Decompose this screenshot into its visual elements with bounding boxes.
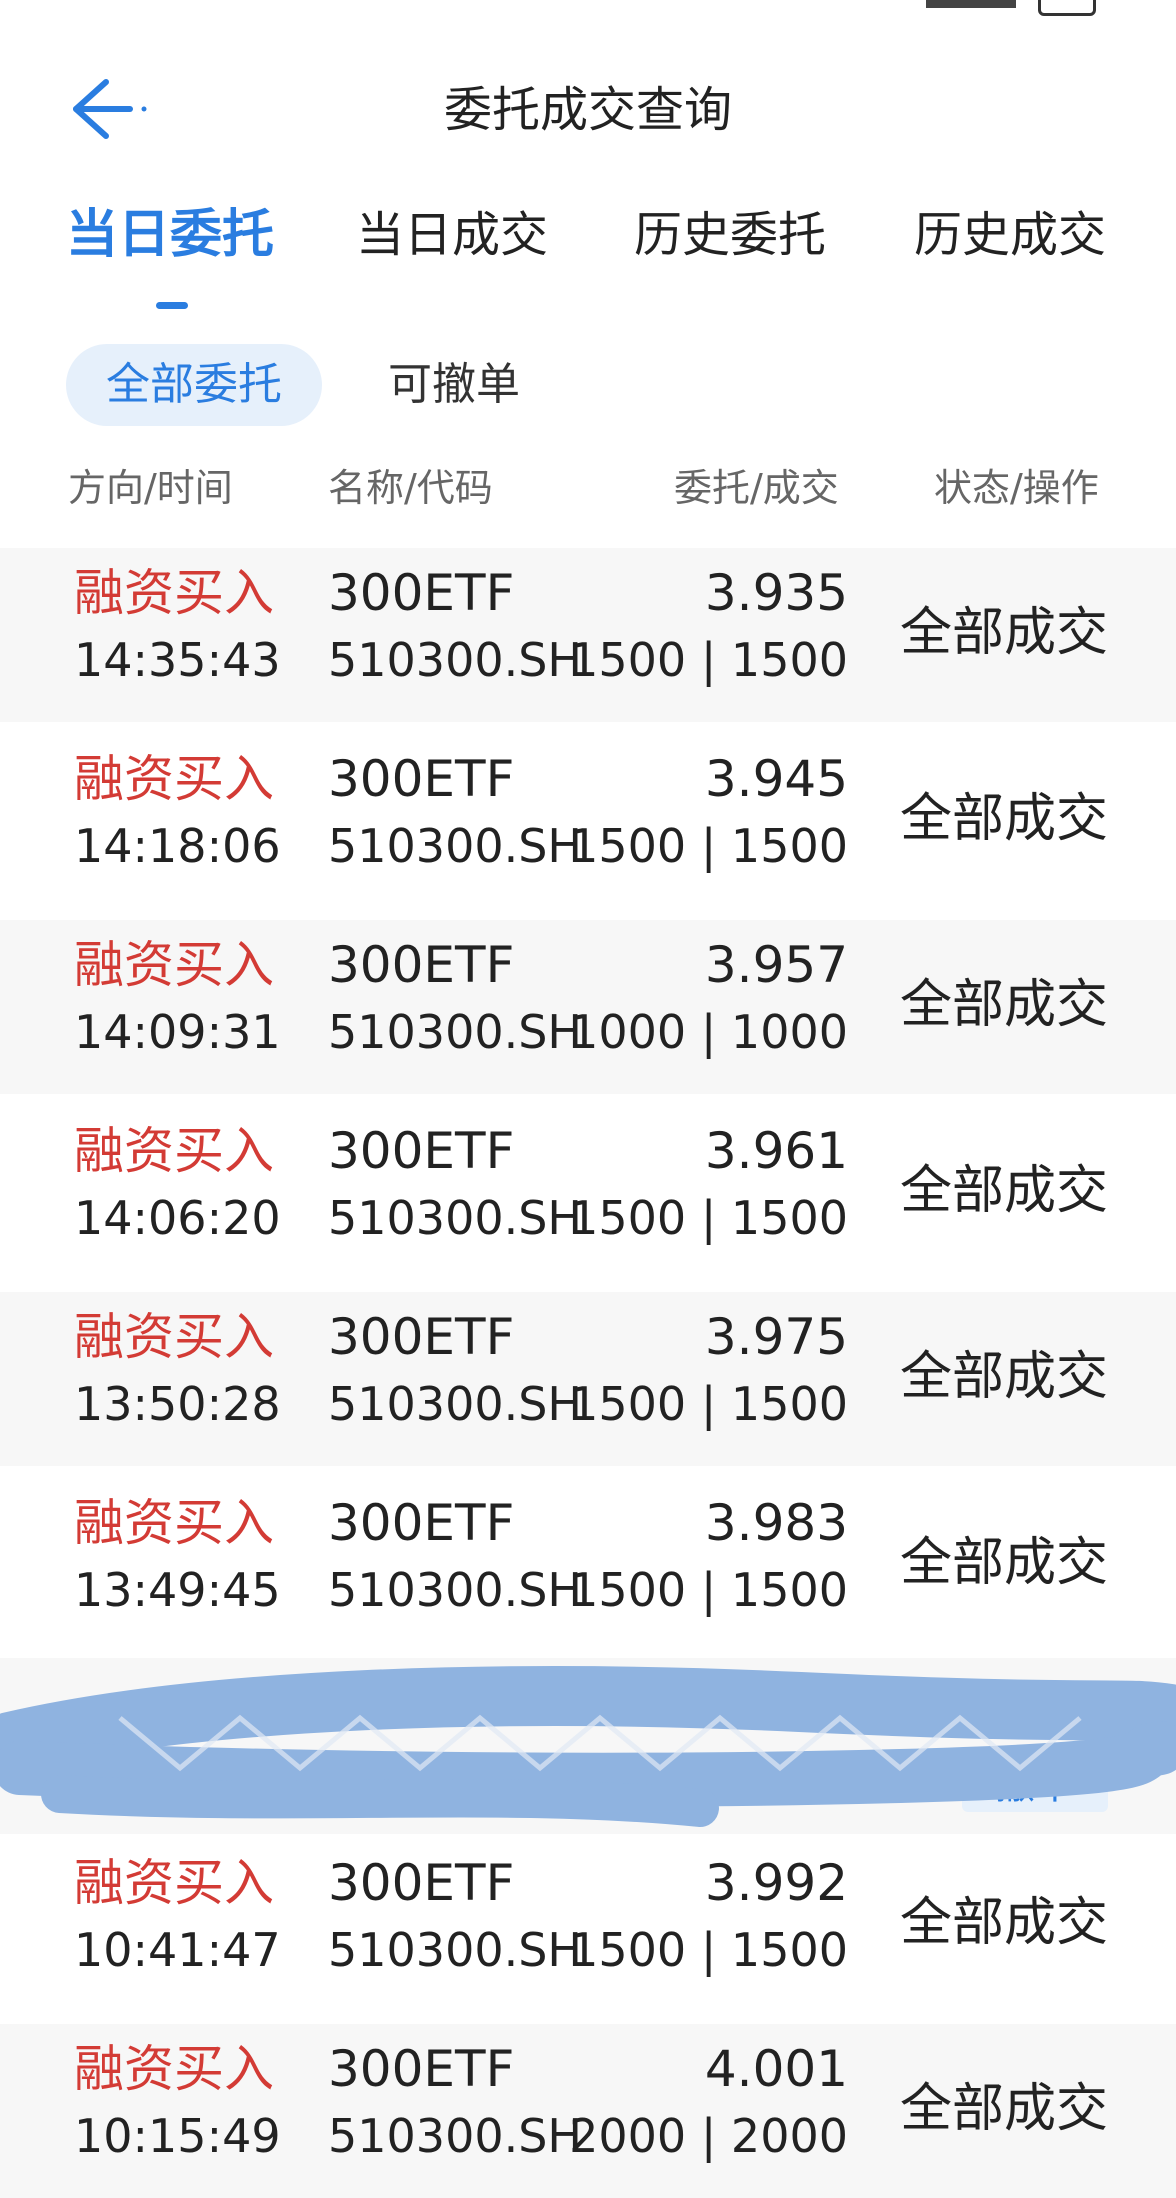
order-direction: 融资买入 (74, 564, 274, 622)
filter-bar: 全部委托 可撤单 (0, 344, 1176, 426)
security-code: 510300.SH (328, 1923, 583, 1977)
order-quantity: 1500 | 1500 (569, 1563, 848, 1617)
security-name: 300ETF (328, 1494, 515, 1552)
order-status: 全部成交 (899, 2079, 1108, 2139)
order-price: 3.935 (704, 564, 848, 622)
order-row[interactable]: 融资买入 14:18:06 300ETF 510300.SH 3.945 150… (0, 734, 1176, 908)
filter-cancelable[interactable]: 可撤单 (388, 344, 520, 426)
security-code: 510300.SH (328, 819, 583, 873)
security-name: 300ETF (328, 750, 515, 808)
order-time: 14:35:43 (74, 633, 281, 687)
filter-all-orders[interactable]: 全部委托 (66, 344, 322, 426)
order-direction: 融资买入 (74, 1122, 274, 1180)
order-quantity: 1000 | 1000 (569, 1005, 848, 1059)
order-status: 全部成交 (899, 1893, 1108, 1953)
security-name: 300ETF (328, 2040, 515, 2098)
order-quantity: 1500 | 1500 (569, 633, 848, 687)
order-quantity: 1500 | 1500 (569, 819, 848, 873)
col-order-fill: 委托/成交 (674, 466, 839, 510)
order-price: 4.001 (704, 2040, 848, 2098)
col-direction-time: 方向/时间 (68, 466, 233, 510)
tab-history-trades[interactable]: 历史成交 (914, 200, 1106, 270)
security-code: 510300.SH (328, 633, 583, 687)
order-status: 全部成交 (899, 975, 1108, 1035)
tab-bar: 当日委托 当日成交 历史委托 历史成交 (0, 200, 1176, 310)
order-time: 14:06:20 (74, 1191, 281, 1245)
order-direction: 融资买入 (74, 1494, 274, 1552)
order-row[interactable]: 融资买入 14:35:43 300ETF 510300.SH 3.935 150… (0, 548, 1176, 722)
order-quantity: 1500 | 1500 (569, 1923, 848, 1977)
order-quantity: 2000 | 2000 (569, 2109, 848, 2163)
redacted-order-row: 撤单 (0, 1658, 1176, 1834)
security-code: 510300.SH (328, 1005, 583, 1059)
order-direction: 融资买入 (74, 936, 274, 994)
order-status: 全部成交 (899, 1161, 1108, 1221)
order-direction: 融资买入 (74, 1854, 274, 1912)
order-direction: 融资买入 (74, 1308, 274, 1366)
order-price: 3.957 (704, 936, 848, 994)
col-name-code: 名称/代码 (328, 466, 493, 510)
security-code: 510300.SH (328, 2109, 583, 2163)
security-code: 510300.SH (328, 1563, 583, 1617)
order-row[interactable]: 融资买入 13:50:28 300ETF 510300.SH 3.975 150… (0, 1292, 1176, 1466)
order-status: 全部成交 (899, 789, 1108, 849)
status-bar (0, 0, 1176, 16)
page-title: 委托成交查询 (443, 82, 732, 138)
security-name: 300ETF (328, 936, 515, 994)
order-row[interactable]: 融资买入 10:41:47 300ETF 510300.SH 3.992 150… (0, 1838, 1176, 2012)
security-code: 510300.SH (328, 1191, 583, 1245)
order-status: 全部成交 (899, 1533, 1108, 1593)
redaction-scribble (0, 1666, 1176, 1827)
order-time: 13:49:45 (74, 1563, 281, 1617)
security-name: 300ETF (328, 1854, 515, 1912)
order-row[interactable]: 融资买入 13:49:45 300ETF 510300.SH 3.983 150… (0, 1478, 1176, 1652)
security-name: 300ETF (328, 564, 515, 622)
order-price: 3.983 (704, 1494, 848, 1552)
order-price: 3.992 (704, 1854, 848, 1912)
tab-history-orders[interactable]: 历史委托 (634, 200, 826, 270)
order-price: 3.975 (704, 1308, 848, 1366)
col-status-action: 状态/操作 (934, 466, 1099, 510)
order-quantity: 1500 | 1500 (569, 1191, 848, 1245)
active-tab-indicator (156, 302, 188, 309)
order-status: 全部成交 (899, 1347, 1108, 1407)
order-row[interactable]: 融资买入 14:09:31 300ETF 510300.SH 3.957 100… (0, 920, 1176, 1094)
tab-today-orders[interactable]: 当日委托 (66, 200, 274, 270)
order-direction: 融资买入 (74, 750, 274, 808)
battery-icon (1038, 0, 1096, 16)
order-price: 3.961 (704, 1122, 848, 1180)
order-time: 10:41:47 (74, 1923, 281, 1977)
order-row[interactable]: 融资买入 14:06:20 300ETF 510300.SH 3.961 150… (0, 1106, 1176, 1280)
order-price: 3.945 (704, 750, 848, 808)
signal-icon (926, 0, 1016, 8)
order-status: 全部成交 (899, 603, 1108, 663)
security-name: 300ETF (328, 1122, 515, 1180)
order-time: 13:50:28 (74, 1377, 281, 1431)
order-time: 14:18:06 (74, 819, 281, 873)
order-direction: 融资买入 (74, 2040, 274, 2098)
order-row[interactable]: 融资买入 10:15:49 300ETF 510300.SH 4.001 200… (0, 2024, 1176, 2198)
column-header: 方向/时间 名称/代码 委托/成交 状态/操作 (0, 458, 1176, 518)
order-time: 10:15:49 (74, 2109, 281, 2163)
order-time: 14:09:31 (74, 1005, 281, 1059)
order-quantity: 1500 | 1500 (569, 1377, 848, 1431)
security-code: 510300.SH (328, 1377, 583, 1431)
security-name: 300ETF (328, 1308, 515, 1366)
tab-today-trades[interactable]: 当日成交 (356, 200, 548, 270)
